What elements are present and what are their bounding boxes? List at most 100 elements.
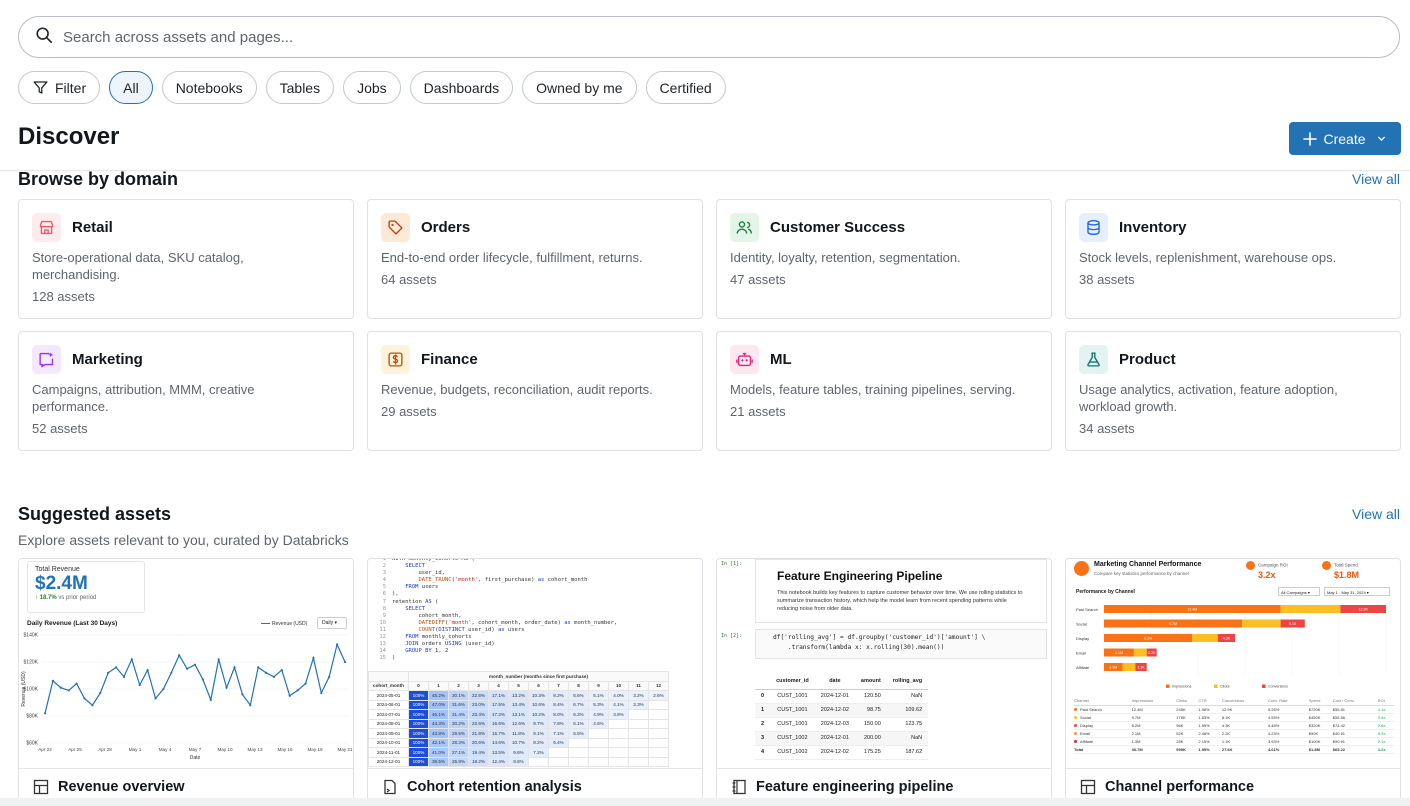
chip-jobs[interactable]: Jobs: [343, 71, 401, 104]
channel-cell: 5.2x: [1377, 730, 1386, 736]
domain-card-product[interactable]: Product Usage analytics, activation, feat…: [1065, 331, 1401, 451]
cohort-cell: [588, 747, 609, 758]
domain-card-retail[interactable]: Retail Store-operational data, SKU catalo…: [18, 199, 354, 319]
channel-swatch: [1074, 731, 1077, 735]
domain-card-inventory[interactable]: Inventory Stock levels, replenishment, wa…: [1065, 199, 1401, 319]
channel-cell: 4.23%: [1267, 730, 1280, 736]
cohort-cell: 4.6%: [588, 718, 609, 729]
campaign-select[interactable]: All Campaigns ▾: [1278, 587, 1320, 596]
cohort-cell: 25.8%: [448, 756, 469, 767]
domain-card-marketing[interactable]: Marketing Campaigns, attribution, MMM, cr…: [18, 331, 354, 451]
page-title: Discover: [18, 123, 120, 150]
channel-cell: 178K: [1176, 714, 1186, 720]
filter-button[interactable]: Filter: [18, 71, 101, 104]
cohort-month: 2024-11-01: [368, 747, 409, 758]
cohort-cell: 8.6%: [508, 756, 529, 767]
channel-col-header: Clicks: [1176, 697, 1199, 706]
sparkle-message-icon: [32, 344, 61, 374]
create-button[interactable]: Create: [1289, 122, 1401, 155]
asset-card-feature-engineering[interactable]: In [1]: Feature Engineering Pipeline Thi…: [716, 558, 1052, 806]
spend-kpi: Total Spend $1.8M: [1322, 561, 1359, 580]
fe-cell: 0: [755, 689, 771, 704]
chip-dashboards[interactable]: Dashboards: [409, 71, 514, 104]
legend-label: Impressions: [1172, 685, 1192, 689]
channel-row: Social 9.7M 178K 1.83% 8.1K 4.55% $450K $55.56 3…: [1074, 713, 1394, 722]
fe-cell: 2024-12-02: [814, 703, 855, 718]
cohort-cell: [628, 709, 649, 720]
revenue-point: [241, 693, 244, 696]
channel-cell: 9.7M: [1131, 714, 1141, 720]
notebook-thumbnail: In [1]: Feature Engineering Pipeline Thi…: [717, 559, 1051, 769]
domain-card-ml[interactable]: ML Models, feature tables, training pipel…: [716, 331, 1052, 451]
channel-cell: Affiliate: [1080, 738, 1094, 744]
domain-card-customer-success[interactable]: Customer Success Identity, loyalty, reten…: [716, 199, 1052, 319]
revenue-point: [154, 697, 157, 700]
domain-name: Marketing: [72, 350, 143, 368]
channel-cell: Paid Search: [1080, 706, 1102, 712]
cohort-cell: [568, 756, 589, 767]
revenue-point: [43, 712, 47, 715]
chip-tables[interactable]: Tables: [265, 71, 335, 104]
channel-cell: 4.55%: [1267, 714, 1280, 720]
channel-logo-icon: [1074, 561, 1089, 576]
search-bar[interactable]: [18, 16, 1400, 58]
legend-swatch: [1262, 684, 1266, 688]
domain-asset-count: 128 assets: [32, 289, 95, 304]
channel-total-cell: 4.61%: [1267, 744, 1309, 754]
channel-col-header: Impressions: [1131, 697, 1177, 706]
chip-certified[interactable]: Certified: [645, 71, 726, 104]
channel-swatch: [1074, 715, 1077, 719]
chip-all[interactable]: All: [109, 71, 153, 104]
domain-card-orders[interactable]: Orders End-to-end order lifecycle, fulfil…: [367, 199, 703, 319]
channel-swatch: [1074, 707, 1077, 711]
cohort-cell: 23.0%: [468, 699, 489, 710]
fe-cell: 2024-12-03: [814, 717, 855, 732]
browse-title: Browse by domain: [18, 169, 179, 189]
browse-view-all-link[interactable]: View all: [1352, 171, 1400, 187]
revenue-point: [51, 679, 54, 682]
channel-table: Channel Impressions Clicks CTR Conversions Co…: [1074, 697, 1394, 754]
bar-value-label: 12.9K: [1359, 608, 1369, 612]
domain-description: Stock levels, replenishment, warehouse o…: [1079, 250, 1337, 265]
asset-card-cohort-retention[interactable]: 1 WITH monthly_cohorts AS ( 2 SELECT 3 us…: [367, 558, 703, 806]
cohort-cell: 3.2%: [628, 690, 649, 701]
period-select[interactable]: Daily ▾: [317, 617, 347, 629]
cohort-cell: 6.6%: [568, 690, 589, 701]
fe-cell: 175.25: [854, 745, 887, 760]
date-range-select[interactable]: May 1 - May 31, 2024 ▾: [1324, 587, 1390, 596]
cohort-col-header: 7: [548, 680, 569, 691]
channel-cell: 3.93%: [1267, 738, 1280, 744]
y-tick-label: $60K: [26, 741, 38, 747]
domain-description: Models, feature tables, training pipelin…: [730, 382, 1016, 397]
cohort-cell: 100%: [408, 718, 429, 729]
bar-value-label: 9.7M: [1169, 622, 1177, 626]
cohort-col-header: 4: [488, 680, 509, 691]
asset-card-revenue-overview[interactable]: Total Revenue $2.4M ↑ 18.7% vs prior per…: [18, 558, 354, 806]
asset-card-channel-performance[interactable]: Marketing Channel Performance Compare ke…: [1065, 558, 1401, 806]
cohort-cell: 100%: [408, 756, 429, 767]
domain-asset-count: 29 assets: [381, 404, 437, 419]
cohort-cell: 22.6%: [468, 718, 489, 729]
search-input[interactable]: [63, 28, 663, 46]
channel-cell: 1.55%: [1198, 722, 1210, 728]
channel-cell: $40.91: [1332, 730, 1346, 736]
channel-row: Paid Search 12.4M 245K 1.98% 12.9K 5.26% $720K…: [1074, 705, 1394, 714]
cohort-cell: 6.3%: [568, 709, 589, 720]
cohort-cell: [648, 718, 669, 729]
cohort-cell: 23.4%: [468, 709, 489, 720]
channel-row: Affiliate 1.3M 28K 2.15% 1.1K 3.93% $100K $90.9…: [1074, 737, 1394, 746]
cohort-header-note: month_number (months since first purchas…: [408, 671, 669, 682]
chip-notebooks[interactable]: Notebooks: [161, 71, 257, 104]
fe-cell: CUST_1001: [770, 717, 815, 732]
cohort-month: 2024-10-01: [368, 737, 409, 748]
channel-cell: Display: [1080, 722, 1094, 728]
chip-owned-by-me[interactable]: Owned by me: [522, 71, 637, 104]
channel-cell: $320K: [1308, 722, 1321, 728]
channel-section-title: Performance by Channel: [1076, 589, 1135, 595]
channel-cell: Social: [1080, 714, 1091, 720]
suggested-view-all-link[interactable]: View all: [1352, 506, 1400, 522]
domain-card-finance[interactable]: Finance Revenue, budgets, reconciliation,…: [367, 331, 703, 451]
cohort-cell: 6.1%: [568, 718, 589, 729]
cohort-cell: 22.5%: [468, 690, 489, 701]
revenue-point: [146, 669, 149, 672]
